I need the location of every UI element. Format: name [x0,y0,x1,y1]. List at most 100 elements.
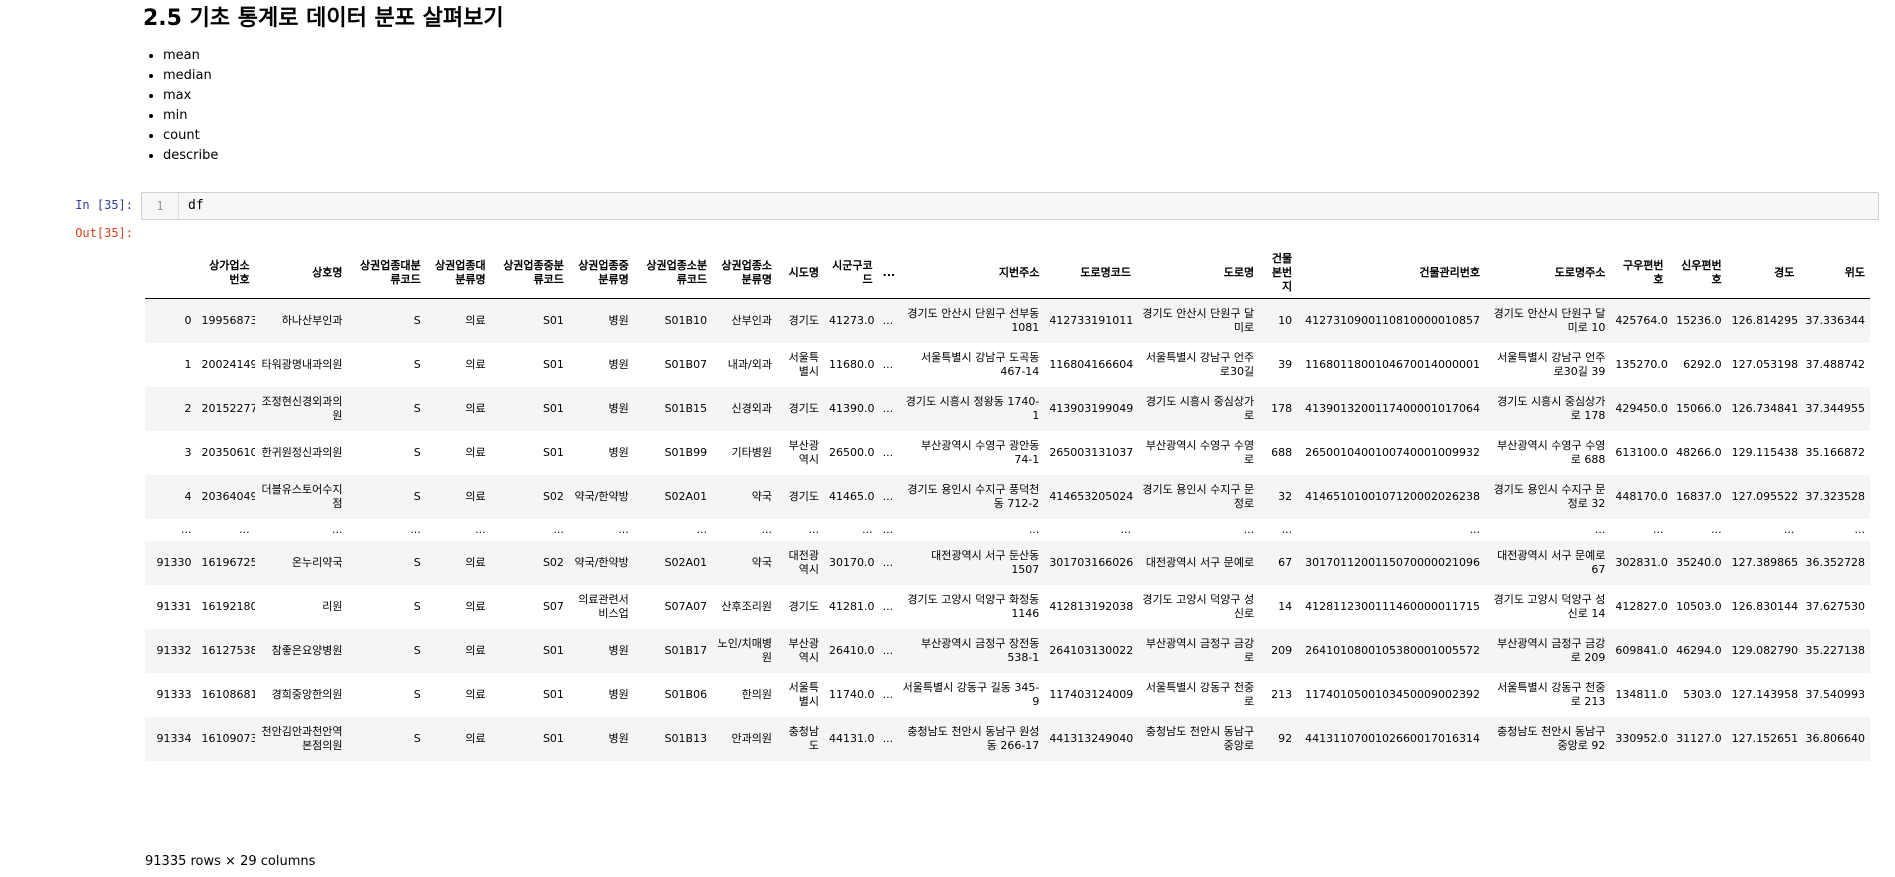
table-cell: 대전광역시 서구 둔산동 1507 [931,548,1040,576]
column-header: 상호명 [254,248,348,299]
table-cell: 19956873 [201,313,255,327]
row-index: 3 [184,445,192,459]
table-cell: 129.115438 [1731,445,1799,459]
table-cell: 11740.0 [828,687,875,701]
table-cell: 609841.0 [1615,643,1668,657]
row-index: ... [180,522,192,536]
table-cell: 1168011800104670014000001 [1305,357,1481,371]
markdown-cell: 2.5 기초 통계로 데이터 분포 살펴보기 mean median max m… [143,4,504,166]
table-cell: S [413,643,421,657]
section-title: 2.5 기초 통계로 데이터 분포 살펴보기 [143,6,504,31]
list-item: count [163,126,504,146]
table-cell: 한귀원정신과의원 [261,445,343,459]
table-cell: ... [1243,522,1255,536]
table-cell: S01 [542,357,564,371]
table-cell: 한의원 [741,687,772,701]
table-cell: ... [882,555,894,569]
table-cell: 경기도 용인시 수지구 풍덕천동 712-2 [907,482,1040,510]
table-cell: 의료 [465,401,486,415]
table-cell: 37.540993 [1805,687,1866,701]
table-cell: S01B17 [664,643,708,657]
row-index: 91332 [156,643,192,657]
table-cell: 경기도 고양시 덕양구 성신로 14 [1493,592,1606,620]
table-cell: 16196725 [201,555,255,569]
list-item: max [163,86,504,106]
table-cell: 서울특별시 [788,350,819,378]
table-cell: 37.344955 [1805,401,1866,415]
row-index: 91334 [156,731,192,745]
table-cell: 서울특별시 강남구 도곡동 467-14 [921,350,1040,378]
table-cell: 688 [1271,445,1293,459]
table-cell: 경기도 안산시 단원구 달미로 [1142,306,1255,334]
table-row: 91331 16192180 리원 S 의료 S07 의료관련서비스업 S07A07 산후조리원… [145,585,1870,629]
table-cell: 하나산부인과 [281,313,343,327]
row-index: 4 [184,489,192,503]
table-cell: 16192180 [201,599,255,613]
code-editor[interactable]: df [188,193,204,219]
table-cell: 126.814295 [1731,313,1799,327]
table-cell: 조정현신경외과의원 [261,394,343,422]
table-cell: S01B15 [664,401,708,415]
table-cell: S [413,555,421,569]
table-cell: ... [882,643,894,657]
table-header: 상가업소번호 상호명 상권업종대분류코드 상권업종대분류명 상권업종중분류코드 상권업종중… [145,248,1870,299]
table-cell: ... [882,489,894,503]
table-cell: S07 [542,599,564,613]
table-cell: 의료 [465,313,486,327]
table-cell: 127.152651 [1731,731,1799,745]
column-header: 신우편번호 [1668,248,1727,299]
table-cell: 301703166026 [1049,555,1134,569]
table-cell: ... [1469,522,1481,536]
table-cell: ... [882,731,894,745]
table-cell: 4413110700102660017016314 [1305,731,1481,745]
column-header: 상권업종중분류명 [568,248,634,299]
table-cell: 의료 [465,643,486,657]
table-row: 3 20350610 한귀원정신과의원 S 의료 S01 병원 S01B99 기타병원 부산광역시… [145,431,1870,475]
table-cell: 44131.0 [828,731,875,745]
table-cell: 41390.0 [828,401,875,415]
table-cell: 15066.0 [1676,401,1722,415]
column-header: 건물관리번호 [1297,248,1486,299]
table-cell: ... [1028,522,1040,536]
table-cell: 부산광역시 [788,636,819,664]
table-cell: 경기도 용인시 수지구 문정로 [1142,482,1255,510]
table-cell: 의료 [465,731,486,745]
table-cell: 37.627530 [1805,599,1866,613]
table-cell: 서울특별시 [788,680,819,708]
row-index: 2 [184,401,192,415]
table-cell: S01B13 [664,731,708,745]
table-cell: 441313249040 [1049,731,1134,745]
table-cell: 경기도 [788,599,819,613]
table-cell: 경기도 시흥시 중심상가로 [1145,394,1255,422]
row-index: 1 [184,357,192,371]
table-cell: 충청남도 천안시 동남구 중앙로 92 [1497,724,1606,752]
table-cell: 178 [1271,401,1293,415]
table-cell: ... [1711,522,1722,536]
table-cell: 충청남도 [788,724,819,752]
column-header: ... [877,248,896,299]
table-cell: 대전광역시 서구 문예로 67 [1497,548,1606,576]
list-item: min [163,106,504,126]
column-header: 위도 [1799,248,1870,299]
table-cell: 의료 [465,445,486,459]
table-row: 91330 16196725 온누리약국 S 의료 S02 약국/한약방 S02A01 약국 대전… [145,540,1870,585]
table-cell: 서울특별시 강동구 천중로 [1145,680,1255,708]
column-header: 상권업종소분류명 [712,248,777,299]
column-header: 도로명주소 [1485,248,1611,299]
code-cell[interactable]: 1 df [141,192,1879,220]
table-cell: 의료 [465,599,486,613]
table-cell: 부산광역시 수영구 수영로 [1145,438,1255,466]
table-cell: 온누리약국 [291,555,343,569]
table-cell: 413903199049 [1049,401,1134,415]
table-cell: ... [239,522,250,536]
table-cell: 412827.0 [1615,599,1668,613]
table-cell: 26500.0 [828,445,875,459]
table-cell: 2641010800105380001005572 [1305,643,1481,657]
table-cell: 약국/한약방 [574,489,629,503]
table-cell: 노인/치매병원 [717,636,772,664]
table-cell: S [413,445,421,459]
table-cell: 부산광역시 금정구 장전동 538-1 [921,636,1040,664]
table-cell: 경기도 안산시 단원구 달미로 10 [1493,306,1606,334]
table-cell: 참좋은요양병원 [271,643,343,657]
table-cell: ... [882,401,894,415]
